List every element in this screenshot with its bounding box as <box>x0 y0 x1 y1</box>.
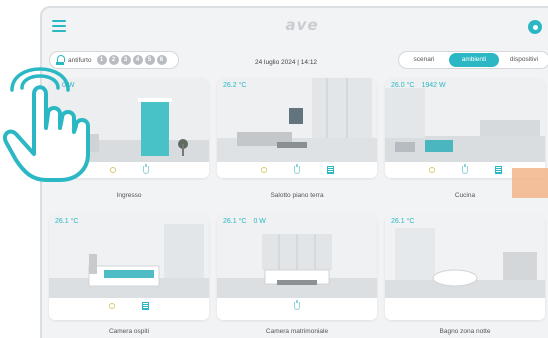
room-name-camera-ospiti: Camera ospiti <box>108 328 150 335</box>
room-card-salotto[interactable]: 26.2 °C <box>217 78 377 178</box>
room-card-cucina[interactable]: 26.0 °C 1942 W <box>385 78 545 178</box>
tab-scenari[interactable]: scenari <box>399 53 449 67</box>
shutter-icon[interactable] <box>494 166 502 174</box>
menu-icon[interactable] <box>52 20 66 32</box>
security-zone[interactable]: 2 <box>108 55 119 65</box>
edge-marker <box>512 168 548 198</box>
view-switcher: scenari ambienti dispositivi <box>398 51 548 69</box>
room-name-bagno: Bagno zona notte <box>439 328 491 335</box>
room-controls <box>217 298 377 314</box>
plug-icon[interactable] <box>294 300 300 310</box>
room-temperature: 26.1 °C <box>391 218 415 225</box>
room-photo <box>217 78 377 162</box>
room-readings: 26.2 °C <box>223 82 260 89</box>
room-controls <box>217 162 377 178</box>
room-name-camera-matrimoniale: Camera matrimoniale <box>265 328 329 335</box>
status-row: antifurto 1 2 3 4 5 6 24 luglio 2024 | 1… <box>42 46 548 72</box>
app-logo: ave <box>285 16 319 34</box>
room-power: 1942 W <box>421 82 446 89</box>
room-readings: 26.1 °C <box>391 218 428 225</box>
room-card-camera-matrimoniale[interactable]: 26.1 °C 0 W <box>217 214 377 320</box>
room-readings: 26.1 °C <box>55 218 92 225</box>
app-screen: ave antifurto 1 2 3 4 5 6 24 luglio 2024… <box>40 6 548 338</box>
security-label: antifurto <box>68 56 92 64</box>
settings-icon[interactable] <box>528 20 542 34</box>
plug-icon[interactable] <box>293 164 300 174</box>
room-temperature: 26.0 °C <box>391 82 415 89</box>
pointing-hand-icon <box>3 67 90 182</box>
room-temperature: 26.2 °C <box>223 82 247 89</box>
tab-dispositivi[interactable]: dispositivi <box>499 53 548 67</box>
light-icon[interactable] <box>260 167 267 173</box>
security-zone[interactable]: 4 <box>132 55 143 65</box>
room-controls <box>385 298 545 314</box>
room-photo <box>385 78 545 162</box>
light-icon[interactable] <box>428 167 435 173</box>
room-readings: 26.1 °C 0 W <box>223 218 273 225</box>
plug-icon[interactable] <box>461 164 468 174</box>
security-zone[interactable]: 5 <box>144 55 155 65</box>
light-icon[interactable] <box>109 167 116 173</box>
shutter-icon[interactable] <box>142 302 149 310</box>
datetime: 24 luglio 2024 | 14:12 <box>255 59 318 66</box>
room-photo <box>49 214 209 298</box>
security-zone[interactable]: 3 <box>120 55 131 65</box>
room-temperature: 26.1 °C <box>55 218 79 225</box>
top-bar: ave <box>42 8 548 44</box>
room-card-camera-ospiti[interactable]: 26.1 °C <box>49 214 209 320</box>
room-power: 0 W <box>253 218 266 225</box>
security-zone[interactable]: 1 <box>96 55 107 65</box>
room-temperature: 26.1 °C <box>223 218 247 225</box>
room-photo <box>385 214 545 298</box>
tab-ambienti[interactable]: ambienti <box>449 53 499 67</box>
shutter-icon[interactable] <box>326 166 334 174</box>
room-readings: 26.0 °C 1942 W <box>391 82 453 89</box>
room-name-ingresso: Ingresso <box>116 192 142 199</box>
room-name-salotto: Salotto piano terra <box>270 192 324 199</box>
light-icon[interactable] <box>109 303 115 309</box>
room-photo <box>217 214 377 298</box>
security-zone[interactable]: 6 <box>156 55 167 65</box>
room-card-bagno[interactable]: 26.1 °C <box>385 214 545 320</box>
alarm-icon <box>56 55 65 65</box>
room-controls <box>49 298 209 314</box>
plug-icon[interactable] <box>142 164 149 174</box>
